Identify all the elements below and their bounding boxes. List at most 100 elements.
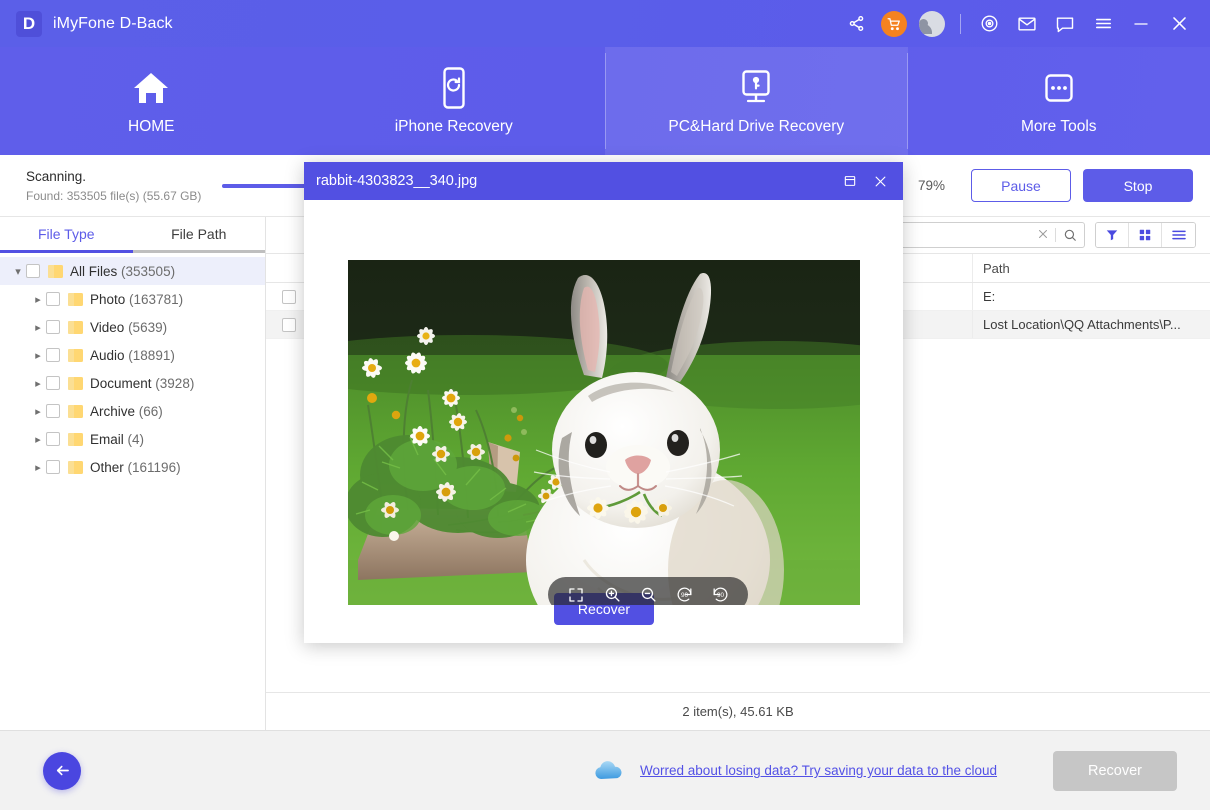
tree-item-label: Email (4) — [90, 432, 144, 447]
tree-checkbox[interactable] — [46, 404, 60, 418]
chevron-right-icon[interactable]: ▸ — [30, 321, 46, 334]
chevron-right-icon[interactable]: ▸ — [30, 405, 46, 418]
tree-item-label: Archive (66) — [90, 404, 163, 419]
chevron-right-icon[interactable]: ▸ — [30, 293, 46, 306]
minimize-icon[interactable] — [1122, 4, 1160, 44]
zoom-in-icon[interactable] — [599, 582, 625, 606]
search-icon[interactable] — [1056, 228, 1084, 242]
tree-checkbox[interactable] — [46, 292, 60, 306]
filter-icon[interactable] — [1096, 223, 1129, 247]
nav-iphone-recovery[interactable]: iPhone Recovery — [303, 47, 606, 155]
list-view-icon[interactable] — [1162, 223, 1195, 247]
back-button[interactable] — [43, 752, 81, 790]
rotate-left-90-icon[interactable]: 90 — [671, 582, 697, 606]
tree-item-all-files[interactable]: ▾ All Files (353505) — [0, 257, 265, 285]
tree-item-other[interactable]: ▸ Other (161196) — [0, 453, 265, 481]
stop-button[interactable]: Stop — [1083, 169, 1193, 202]
row-checkbox[interactable] — [282, 290, 296, 304]
close-icon[interactable] — [1160, 4, 1198, 44]
sidebar-tabs: File Type File Path — [0, 217, 265, 250]
tree-item-label: Photo (163781) — [90, 292, 183, 307]
tree-item-label: Document (3928) — [90, 376, 194, 391]
title-bar: D iMyFone D-Back — [0, 0, 1210, 47]
tree-item-photo[interactable]: ▸ Photo (163781) — [0, 285, 265, 313]
view-controls — [1095, 222, 1196, 248]
pause-button[interactable]: Pause — [971, 169, 1071, 202]
chevron-right-icon[interactable]: ▸ — [30, 377, 46, 390]
grid-view-icon[interactable] — [1129, 223, 1162, 247]
target-icon[interactable] — [970, 4, 1008, 44]
folder-icon — [48, 265, 63, 278]
nav-more-tools[interactable]: More Tools — [908, 47, 1210, 155]
scan-found-text: Found: 353505 file(s) (55.67 GB) — [26, 189, 222, 203]
svg-text:90: 90 — [716, 592, 724, 599]
tree-item-label: Video (5639) — [90, 320, 167, 335]
file-list-footer: 2 item(s), 45.61 KB — [266, 692, 1210, 730]
tree-checkbox[interactable] — [46, 348, 60, 362]
tree-checkbox[interactable] — [46, 460, 60, 474]
nav-iphone-recovery-label: iPhone Recovery — [395, 118, 513, 136]
tree-item-video[interactable]: ▸ Video (5639) — [0, 313, 265, 341]
tree-item-email[interactable]: ▸ Email (4) — [0, 425, 265, 453]
tree-item-label: Audio (18891) — [90, 348, 175, 363]
chevron-right-icon[interactable]: ▸ — [30, 349, 46, 362]
tree-item-label: All Files (353505) — [70, 264, 175, 279]
folder-icon — [68, 349, 83, 362]
chevron-right-icon[interactable]: ▸ — [30, 461, 46, 474]
row-checkbox[interactable] — [282, 318, 296, 332]
folder-icon — [68, 377, 83, 390]
app-title: iMyFone D-Back — [53, 15, 173, 33]
rotate-right-90-icon[interactable]: 90 — [707, 582, 733, 606]
folder-icon — [68, 405, 83, 418]
cart-icon[interactable] — [875, 4, 913, 44]
recover-button-bottom[interactable]: Recover — [1053, 751, 1177, 791]
restore-window-icon[interactable] — [835, 166, 865, 196]
titlebar-actions — [837, 0, 1210, 47]
clear-icon[interactable] — [1031, 227, 1055, 244]
folder-icon — [68, 433, 83, 446]
image-view-toolbar: 90 90 — [548, 577, 748, 605]
tree-checkbox[interactable] — [46, 376, 60, 390]
bottom-bar: Worred about losing data? Try saving you… — [0, 730, 1210, 810]
cloud-backup-link[interactable]: Worred about losing data? Try saving you… — [640, 763, 997, 778]
cloud-promo: Worred about losing data? Try saving you… — [592, 759, 997, 783]
dialog-title: rabbit-4303823__340.jpg — [316, 173, 477, 189]
sidebar-tab-underline — [0, 250, 265, 253]
chevron-right-icon[interactable]: ▸ — [30, 433, 46, 446]
file-type-tree: ▾ All Files (353505) ▸ Photo (163781) — [0, 253, 265, 481]
tab-file-path[interactable]: File Path — [133, 217, 266, 250]
account-icon[interactable] — [913, 4, 951, 44]
folder-icon — [68, 321, 83, 334]
header-path-cell: Path — [972, 254, 1210, 282]
nav-pc-hard-drive-recovery-label: PC&Hard Drive Recovery — [668, 118, 844, 136]
titlebar-divider — [960, 14, 961, 34]
mail-icon[interactable] — [1008, 4, 1046, 44]
tree-checkbox[interactable] — [26, 264, 40, 278]
dialog-body: 90 90 Recover — [304, 200, 903, 643]
cloud-icon — [592, 759, 626, 783]
tree-checkbox[interactable] — [46, 432, 60, 446]
close-icon[interactable] — [865, 166, 895, 196]
fullscreen-icon[interactable] — [563, 582, 589, 606]
chevron-down-icon[interactable]: ▾ — [10, 265, 26, 278]
folder-icon — [68, 293, 83, 306]
tree-item-document[interactable]: ▸ Document (3928) — [0, 369, 265, 397]
menu-icon[interactable] — [1084, 4, 1122, 44]
home-icon — [131, 66, 171, 110]
zoom-out-icon[interactable] — [635, 582, 661, 606]
nav-pc-hard-drive-recovery[interactable]: PC&Hard Drive Recovery — [605, 47, 908, 155]
chat-icon[interactable] — [1046, 4, 1084, 44]
tree-checkbox[interactable] — [46, 320, 60, 334]
tab-file-type[interactable]: File Type — [0, 217, 133, 250]
scan-info: Scanning. Found: 353505 file(s) (55.67 G… — [26, 169, 222, 203]
app-window: D iMyFone D-Back — [0, 0, 1210, 810]
sidebar: File Type File Path ▾ All Files (353505)… — [0, 217, 266, 730]
nav-home[interactable]: HOME — [0, 47, 303, 155]
tree-item-audio[interactable]: ▸ Audio (18891) — [0, 341, 265, 369]
image-preview-dialog: rabbit-4303823__340.jpg — [304, 162, 903, 643]
tree-item-archive[interactable]: ▸ Archive (66) — [0, 397, 265, 425]
share-icon[interactable] — [837, 4, 875, 44]
monitor-key-icon — [734, 66, 778, 110]
folder-icon — [68, 461, 83, 474]
preview-image: 90 90 — [348, 260, 860, 605]
